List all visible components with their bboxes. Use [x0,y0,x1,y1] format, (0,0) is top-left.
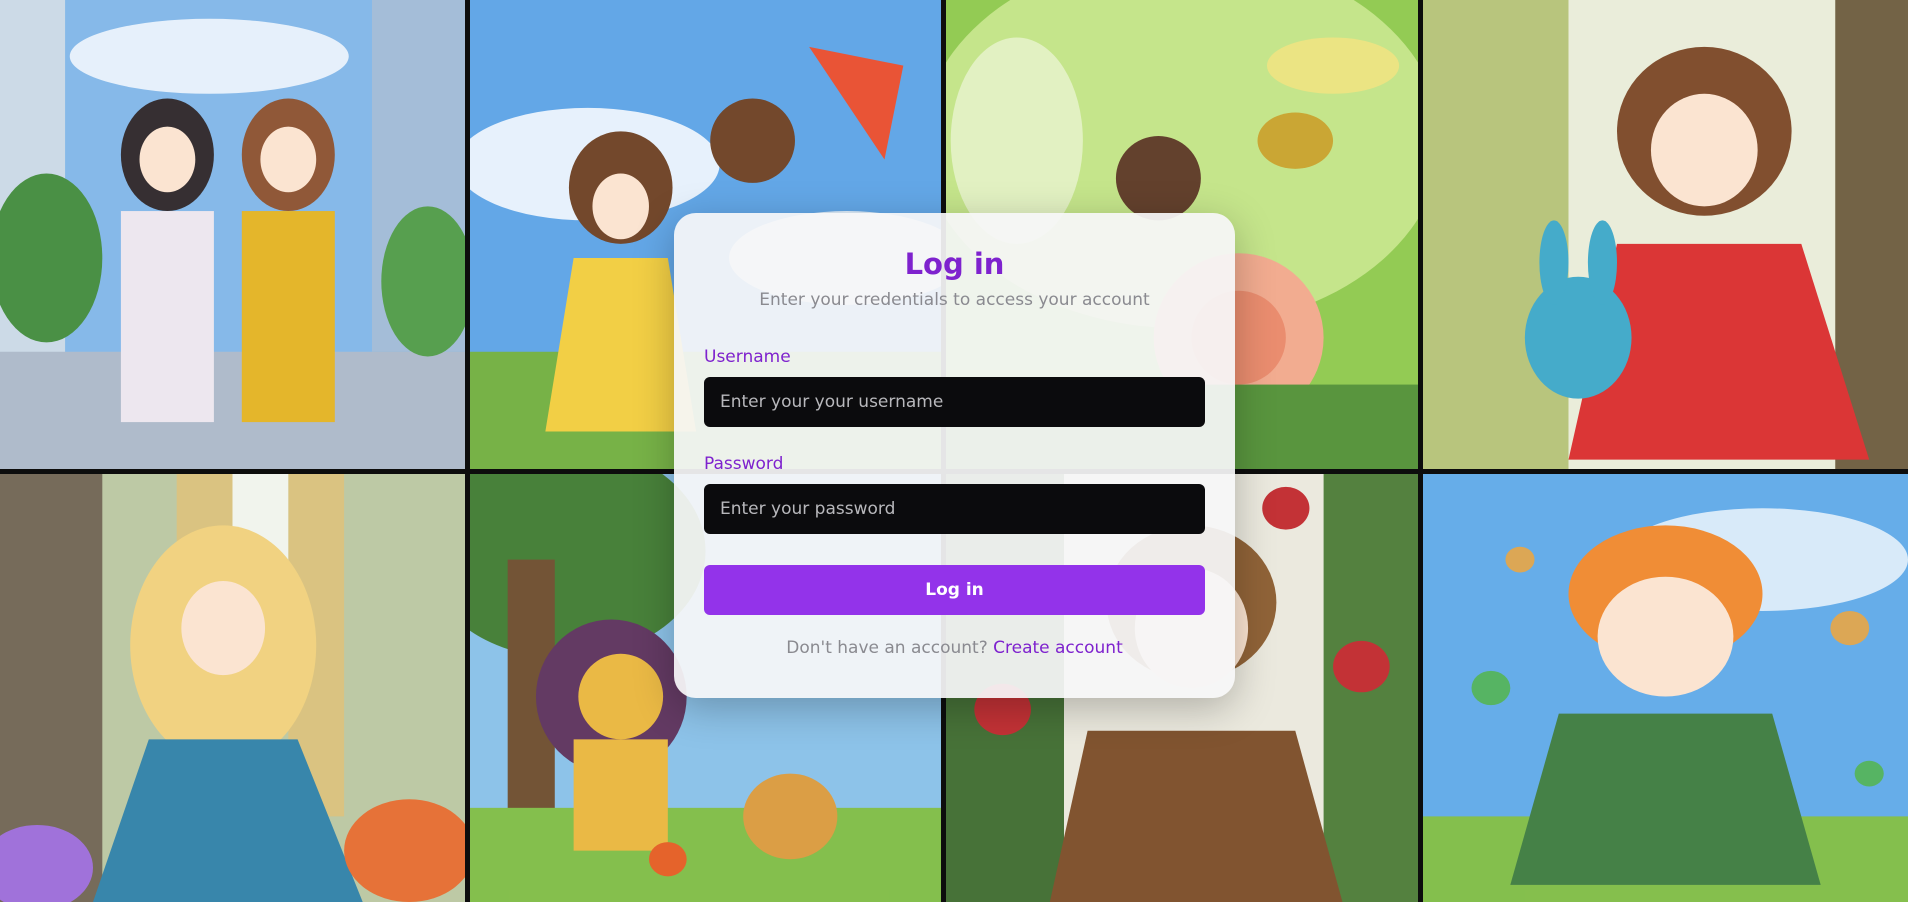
password-label: Password [704,454,784,474]
login-button[interactable]: Log in [704,565,1205,615]
gallery-image-princess [0,474,470,902]
page-subtitle: Enter your credentials to access your ac… [759,290,1150,310]
password-input[interactable] [704,484,1205,534]
gallery-image-girl-bunny [1423,0,1908,474]
gallery-image-two-girls [0,0,470,474]
username-input[interactable] [704,377,1205,427]
username-label: Username [704,347,791,367]
signup-prompt: Don't have an account? Create account [704,637,1205,659]
create-account-link[interactable]: Create account [993,638,1123,658]
gallery-image-boy-bubbles [1423,474,1908,902]
signup-prompt-text: Don't have an account? [786,638,988,658]
login-card: Log in Enter your credentials to access … [674,213,1235,698]
page-title: Log in [904,247,1005,281]
